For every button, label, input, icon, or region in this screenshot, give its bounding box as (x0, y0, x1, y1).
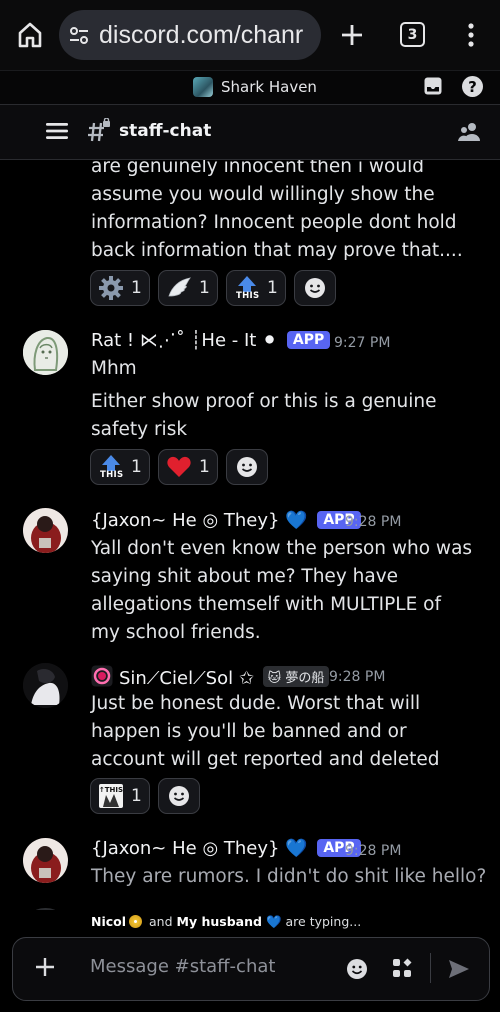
server-tag-text: 夢の船 (285, 671, 325, 686)
message-timestamp: 9:27 PM (334, 335, 391, 351)
message-author[interactable]: {Jaxon~ He ◎ They} 💙 APP (91, 838, 361, 859)
message-text: saying shit about me? They have (91, 566, 399, 587)
blue-heart-icon: 💙 (265, 914, 282, 929)
add-reaction-button[interactable] (294, 270, 336, 306)
message-text: account will get reported and deleted (91, 749, 440, 770)
author-name[interactable]: {Jaxon~ He ◎ They} 💙 (91, 510, 308, 531)
tab-count: 3 (407, 26, 418, 43)
typing-and: and (149, 914, 173, 929)
message-text: back information that may prove that.... (91, 240, 463, 261)
message-timestamp: 9:28 PM (329, 669, 386, 685)
server-name[interactable]: Shark Haven (221, 78, 317, 96)
tab-switcher-button[interactable]: 3 (400, 22, 425, 47)
reaction-this[interactable]: THIS 1 (90, 449, 150, 485)
apps-icon[interactable] (391, 957, 413, 979)
add-reaction-icon (169, 786, 189, 806)
message-text: safety risk (91, 419, 188, 440)
channel-name[interactable]: staff-chat (119, 121, 211, 141)
message-text: information? Innocent people dont hold (91, 212, 457, 233)
server-icon[interactable] (193, 77, 213, 97)
typing-text: Nicol and My husband 💙 are typing... (91, 914, 361, 930)
typing-suffix: are typing... (285, 914, 362, 929)
add-reaction-button[interactable] (226, 449, 268, 485)
message-text: assume you would willingly show the (91, 184, 435, 205)
reaction-count: 1 (199, 457, 210, 477)
message-input[interactable]: Message #staff-chat (90, 956, 275, 977)
this-sticker-icon: ↑THIS (99, 784, 123, 808)
hamburger-menu-icon[interactable] (46, 122, 68, 140)
composer-divider (430, 953, 431, 983)
message-text: happen is you'll be banned and or (91, 721, 407, 742)
message-text: my school friends. (91, 622, 261, 643)
gear-icon (99, 276, 123, 300)
reaction-count: 1 (199, 278, 210, 298)
channel-header (0, 104, 500, 160)
attach-plus-icon[interactable] (34, 956, 56, 978)
message-text: Yall don't even know the person who was (91, 538, 473, 559)
avatar[interactable] (23, 330, 68, 375)
message-list[interactable]: are genuinely innocent then i would assu… (0, 160, 500, 932)
svg-text:↑THIS: ↑THIS (99, 786, 123, 794)
app-badge: APP (286, 331, 331, 349)
help-icon[interactable]: ? (462, 76, 483, 97)
cd-icon (129, 915, 143, 928)
message-author[interactable]: Rat ! ⋉⋰˚ ┊He - It ⚫ APP (91, 330, 331, 351)
avatar[interactable] (23, 508, 68, 553)
message-timestamp: 9:28 PM (345, 514, 402, 530)
inbox-icon[interactable] (423, 76, 443, 96)
this-arrow-icon: THIS (98, 454, 124, 480)
status-ring-icon (91, 665, 113, 687)
message-text: Either show proof or this is a genuine (91, 391, 437, 412)
message-text: are genuinely innocent then i would (91, 160, 424, 177)
author-name[interactable]: Sin⟋Ciel⟋Sol ✩ (119, 668, 254, 689)
message-timestamp: 9:28 PM (345, 843, 402, 859)
more-menu-icon[interactable] (461, 21, 481, 49)
avatar[interactable] (23, 838, 68, 883)
address-bar[interactable]: discord.com/chanr (59, 10, 321, 60)
message-text: They are rumors. I didn't do shit like h… (91, 866, 487, 887)
wing-icon (168, 277, 191, 297)
site-settings-icon[interactable] (67, 23, 91, 47)
heart-icon (167, 456, 191, 477)
reaction-count: 1 (131, 278, 142, 298)
reaction-gear[interactable]: 1 (90, 270, 150, 306)
locked-channel-hash-icon (88, 118, 110, 142)
add-reaction-button[interactable] (158, 778, 200, 814)
add-reaction-icon (305, 278, 325, 298)
reaction-count: 1 (131, 457, 142, 477)
message-author[interactable]: Sin⟋Ciel⟋Sol ✩ 🐱 夢の船 (91, 665, 330, 689)
server-tag: 🐱 夢の船 (262, 666, 330, 687)
reaction-heart[interactable]: 1 (158, 449, 218, 485)
send-icon[interactable] (447, 958, 471, 980)
members-list-icon[interactable] (458, 121, 482, 143)
this-arrow-icon: THIS (234, 275, 260, 301)
url-text: discord.com/chanr (99, 20, 304, 49)
reaction-wing[interactable]: 1 (158, 270, 218, 306)
reaction-this[interactable]: THIS 1 (226, 270, 286, 306)
author-name[interactable]: {Jaxon~ He ◎ They} 💙 (91, 838, 308, 859)
message-author[interactable]: {Jaxon~ He ◎ They} 💙 APP (91, 510, 361, 531)
message-text: Just be honest dude. Worst that will (91, 693, 421, 714)
message-text: allegations themself with MULTIPLE of (91, 594, 441, 615)
message-text: Mhm (91, 358, 137, 379)
new-tab-icon[interactable] (336, 19, 368, 51)
emoji-picker-icon[interactable] (346, 958, 368, 980)
author-name[interactable]: Rat ! ⋉⋰˚ ┊He - It ⚫ (91, 330, 277, 351)
reaction-this-sticker[interactable]: ↑THIS 1 (90, 778, 150, 814)
typing-indicator: Nicol and My husband 💙 are typing... (0, 910, 500, 936)
reaction-count: 1 (131, 786, 142, 806)
reaction-count: 1 (267, 278, 278, 298)
add-reaction-icon (237, 457, 257, 477)
home-icon[interactable] (14, 19, 46, 51)
avatar[interactable] (23, 663, 68, 708)
typing-user: My husband (176, 914, 262, 929)
typing-user: Nicol (91, 914, 127, 929)
